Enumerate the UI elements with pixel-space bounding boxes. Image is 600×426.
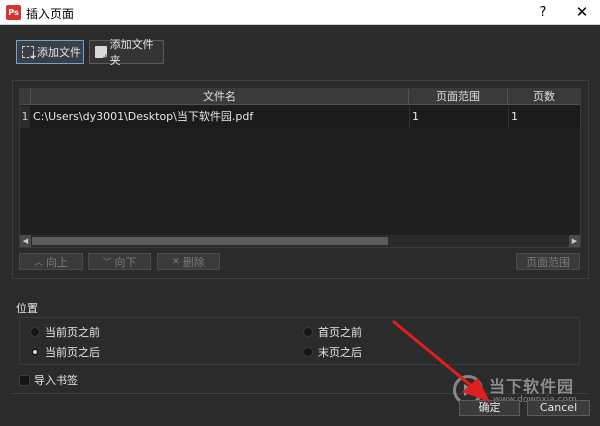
row-index: 1 [20, 106, 30, 128]
delete-button[interactable]: ✕ 删除 [157, 253, 220, 270]
add-file-label: 添加文件 [37, 46, 81, 59]
radio-dot [30, 327, 40, 337]
dialog-title: 插入页面 [26, 7, 75, 21]
page-range-button[interactable]: 页面范围 [516, 253, 580, 270]
radio-dot [303, 347, 313, 357]
move-up-button[interactable]: ︿ 向上 [19, 253, 83, 270]
radio-dot [303, 327, 313, 337]
title-bar: Ps 插入页面 ? ✕ [0, 0, 600, 25]
delete-label: 删除 [182, 255, 205, 269]
radio-label: 当前页之前 [45, 326, 100, 339]
add-folder-label: 添加文件夹 [109, 38, 154, 67]
chevron-down-icon: ﹀ [102, 258, 112, 268]
annotation-arrow-icon [392, 320, 490, 402]
add-file-icon [22, 46, 37, 62]
radio-after-last-page[interactable]: 末页之后 [303, 344, 362, 360]
horizontal-scrollbar[interactable]: ◀ ▶ [20, 235, 580, 247]
delete-x-icon: ✕ [172, 256, 180, 267]
cell-filename: C:\Users\dy3001\Desktop\当下软件园.pdf [33, 110, 254, 123]
move-up-label: 向上 [46, 255, 68, 269]
watermark-name: 当下软件园 [489, 377, 575, 396]
table-row[interactable]: 1 C:\Users\dy3001\Desktop\当下软件园.pdf 1 1 [20, 106, 580, 128]
radio-label: 末页之后 [318, 346, 362, 359]
radio-label: 首页之前 [318, 326, 362, 339]
move-down-button[interactable]: ﹀ 向下 [88, 253, 151, 270]
table-header: 文件名 页面范围 页数 [20, 89, 580, 105]
position-label: 位置 [16, 302, 38, 315]
import-bookmarks-checkbox[interactable]: 导入书签 [19, 372, 78, 388]
column-header-filename[interactable]: 文件名 [30, 89, 408, 105]
scroll-right-arrow-icon[interactable]: ▶ [569, 235, 580, 247]
help-button[interactable]: ? [528, 0, 558, 25]
page-range-label: 页面范围 [526, 255, 570, 269]
cell-page-count: 1 [508, 106, 580, 128]
column-header-page-count[interactable]: 页数 [507, 89, 580, 105]
radio-after-current-page[interactable]: 当前页之后 [30, 344, 100, 360]
checkbox-box [19, 374, 30, 386]
file-table[interactable]: 文件名 页面范围 页数 1 C:\Users\dy3001\Desktop\当下… [19, 88, 581, 248]
close-button[interactable]: ✕ [568, 0, 596, 25]
add-file-button[interactable]: 添加文件 [16, 40, 84, 64]
add-folder-button[interactable]: 添加文件夹 [89, 38, 164, 67]
radio-label: 当前页之后 [45, 346, 100, 359]
scroll-left-arrow-icon[interactable]: ◀ [20, 235, 31, 247]
move-down-label: 向下 [114, 255, 137, 269]
add-folder-icon [95, 46, 109, 63]
radio-before-current-page[interactable]: 当前页之前 [30, 324, 100, 340]
radio-before-first-page[interactable]: 首页之前 [303, 324, 362, 340]
import-bookmarks-label: 导入书签 [34, 374, 78, 387]
cancel-button[interactable]: Cancel [527, 400, 590, 416]
cell-page-range[interactable]: 1 [409, 106, 507, 128]
scroll-thumb[interactable] [32, 237, 388, 245]
app-logo-icon: Ps [6, 5, 21, 20]
radio-dot-selected [30, 347, 40, 357]
column-header-page-range[interactable]: 页面范围 [408, 89, 507, 105]
chevron-up-icon: ︿ [33, 258, 43, 268]
